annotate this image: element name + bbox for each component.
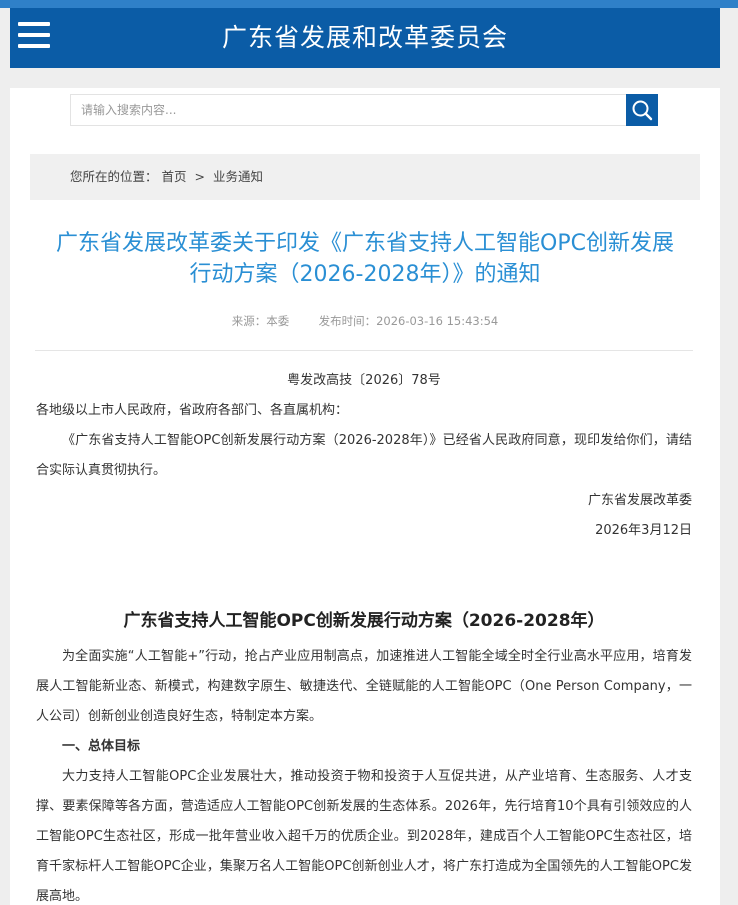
- plan-paragraph-2: 大力支持人工智能OPC企业发展壮大，推动投资于物和投资于人互促共进，从产业培育、…: [36, 769, 692, 904]
- breadcrumb-separator: >: [194, 169, 205, 184]
- top-accent-strip: [0, 0, 738, 8]
- signature: 广东省发展改革委: [587, 493, 692, 508]
- content-card: 您所在的位置： 首页 > 业务通知 广东省发展改革委关于印发《广东省支持人工智能…: [10, 88, 720, 905]
- search-bar: [70, 94, 658, 126]
- plan-title: 广东省支持人工智能OPC创新发展行动方案（2026-2028年）: [123, 611, 605, 631]
- article-title: 广东省发展改革委关于印发《广东省支持人工智能OPC创新发展行动方案（2026-2…: [56, 231, 674, 287]
- article-publish-time: 发布时间：2026-03-16 15:43:54: [318, 314, 499, 328]
- article-meta: 来源：本委 发布时间：2026-03-16 15:43:54: [10, 313, 720, 329]
- breadcrumb-prefix: 您所在的位置：: [70, 169, 158, 184]
- article-source: 来源：本委: [231, 314, 290, 328]
- breadcrumb-current-link[interactable]: 业务通知: [213, 169, 263, 184]
- breadcrumb: 您所在的位置： 首页 > 业务通知: [30, 154, 700, 200]
- search-icon: [632, 100, 653, 121]
- intro-paragraph: 《广东省支持人工智能OPC创新发展行动方案（2026-2028年）》已经省人民政…: [36, 433, 692, 478]
- section-heading-1: 一、总体目标: [62, 739, 141, 754]
- divider: [35, 350, 693, 351]
- site-title: 广东省发展和改革委员会: [221, 23, 508, 52]
- search-button[interactable]: [626, 94, 658, 126]
- site-header: 广东省发展和改革委员会: [10, 8, 720, 68]
- article-body: 粤发改高技〔2026〕78号 各地级以上市人民政府，省政府各部门、各直属机构： …: [36, 366, 692, 905]
- search-input[interactable]: [70, 94, 626, 126]
- recipients: 各地级以上市人民政府，省政府各部门、各直属机构：: [36, 403, 349, 418]
- issue-date: 2026年3月12日: [595, 523, 692, 538]
- plan-paragraph-1: 为全面实施“人工智能+”行动，抢占产业应用制高点，加速推进人工智能全域全时全行业…: [36, 649, 692, 724]
- doc-number: 粤发改高技〔2026〕78号: [287, 373, 441, 388]
- breadcrumb-home-link[interactable]: 首页: [162, 169, 187, 184]
